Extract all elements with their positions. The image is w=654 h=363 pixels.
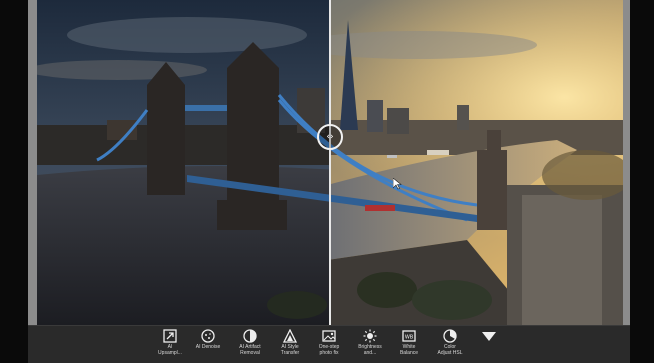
- tool-label: AI Style Transfer: [280, 344, 300, 356]
- denoise-icon: [201, 329, 215, 343]
- upsample-icon: [163, 329, 177, 343]
- enhancement-toolbar: AI Upsampl... AI Denoise AI Artifact Rem…: [28, 325, 630, 363]
- tool-ai-upsample[interactable]: AI Upsampl...: [151, 329, 189, 356]
- comparison-photo[interactable]: ‹›: [37, 0, 623, 325]
- tool-white-balance[interactable]: WB White Balance: [390, 329, 428, 356]
- tool-ai-style-transfer[interactable]: AI Style Transfer: [271, 329, 309, 356]
- tool-label: AI Artifact Removal: [239, 344, 261, 356]
- compare-slider-handle[interactable]: ‹›: [317, 124, 343, 150]
- tool-label: White Balance: [399, 344, 419, 356]
- color-hsl-icon: [443, 329, 457, 343]
- tool-ai-artifact-removal[interactable]: AI Artifact Removal: [231, 329, 269, 356]
- brightness-icon: [363, 329, 377, 343]
- artifact-removal-icon: [243, 329, 257, 343]
- tool-label: Brightness and...: [358, 344, 382, 356]
- tool-label: AI Denoise: [195, 344, 221, 350]
- tool-label: One-step photo fix: [318, 344, 340, 356]
- white-balance-icon: WB: [402, 330, 416, 342]
- tool-ai-denoise[interactable]: AI Denoise: [189, 329, 227, 350]
- svg-text:WB: WB: [405, 335, 414, 341]
- photo-fix-icon: [322, 330, 336, 342]
- tool-label: AI Upsampl...: [158, 344, 182, 356]
- style-transfer-icon: [283, 329, 297, 343]
- tool-brightness[interactable]: Brightness and...: [351, 329, 389, 356]
- tool-one-step-photo-fix[interactable]: One-step photo fix: [310, 329, 348, 356]
- compare-divider-line[interactable]: [329, 0, 331, 325]
- triangle-down-icon[interactable]: [482, 332, 496, 341]
- tool-color-adjust-hsl[interactable]: Color Adjust HSL: [431, 329, 469, 356]
- tool-label: Color Adjust HSL: [437, 344, 463, 356]
